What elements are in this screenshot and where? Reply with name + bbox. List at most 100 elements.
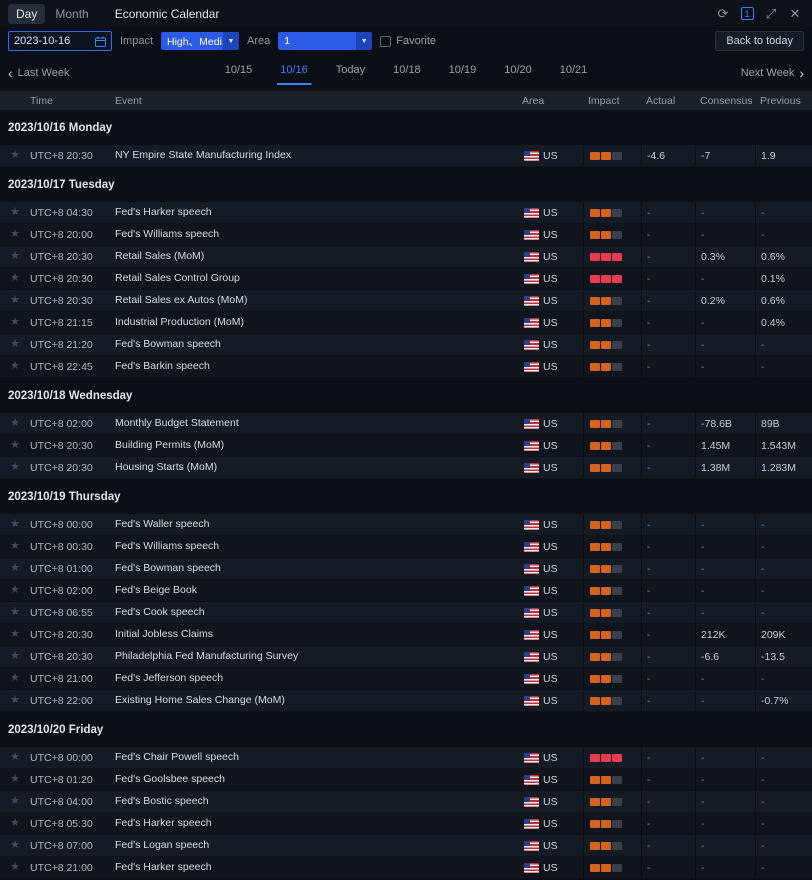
impact-segment — [590, 297, 600, 305]
favorite-star-icon[interactable]: ★ — [10, 774, 20, 785]
table-row[interactable]: ★ UTC+8 00:00 Fed's Waller speech US - -… — [0, 514, 812, 536]
favorite-star-icon[interactable]: ★ — [10, 862, 20, 873]
impact-segment — [612, 275, 622, 283]
actual-value: - — [641, 747, 695, 768]
table-row[interactable]: ★ UTC+8 20:30 Building Permits (MoM) US … — [0, 435, 812, 457]
star-cell: ★ — [0, 835, 30, 856]
table-row[interactable]: ★ UTC+8 21:00 Fed's Jefferson speech US … — [0, 668, 812, 690]
actual-value: - — [641, 769, 695, 790]
favorite-star-icon[interactable]: ★ — [10, 207, 20, 218]
favorite-star-icon[interactable]: ★ — [10, 229, 20, 240]
table-row[interactable]: ★ UTC+8 04:30 Fed's Harker speech US - -… — [0, 202, 812, 224]
favorite-star-icon[interactable]: ★ — [10, 695, 20, 706]
week-day-tab[interactable]: Today — [334, 55, 367, 85]
table-row[interactable]: ★ UTC+8 01:00 Fed's Bowman speech US - -… — [0, 558, 812, 580]
favorite-star-icon[interactable]: ★ — [10, 651, 20, 662]
favorite-star-icon[interactable]: ★ — [10, 673, 20, 684]
area-select[interactable]: 1 ▼ — [278, 32, 372, 50]
impact-segment — [590, 820, 600, 828]
favorite-star-icon[interactable]: ★ — [10, 440, 20, 451]
tab-day[interactable]: Day — [8, 4, 45, 24]
impact-segment — [601, 231, 611, 239]
week-day-tab[interactable]: 10/21 — [558, 55, 590, 85]
table-row[interactable]: ★ UTC+8 22:00 Existing Home Sales Change… — [0, 690, 812, 712]
favorite-star-icon[interactable]: ★ — [10, 607, 20, 618]
table-row[interactable]: ★ UTC+8 21:20 Fed's Bowman speech US - -… — [0, 334, 812, 356]
star-cell: ★ — [0, 312, 30, 333]
us-flag-icon — [524, 586, 539, 596]
table-row[interactable]: ★ UTC+8 01:20 Fed's Goolsbee speech US -… — [0, 769, 812, 791]
favorite-star-icon[interactable]: ★ — [10, 251, 20, 262]
table-row[interactable]: ★ UTC+8 06:55 Fed's Cook speech US - - - — [0, 602, 812, 624]
favorite-star-icon[interactable]: ★ — [10, 541, 20, 552]
favorite-star-icon[interactable]: ★ — [10, 519, 20, 530]
impact-segment — [612, 319, 622, 327]
table-row[interactable]: ★ UTC+8 20:30 NY Empire State Manufactur… — [0, 145, 812, 167]
date-input[interactable]: 2023-10-16 — [8, 31, 112, 51]
next-week-button[interactable]: Next Week › — [741, 66, 804, 80]
table-row[interactable]: ★ UTC+8 02:00 Monthly Budget Statement U… — [0, 413, 812, 435]
table-row[interactable]: ★ UTC+8 20:00 Fed's Williams speech US -… — [0, 224, 812, 246]
us-flag-icon — [524, 151, 539, 161]
back-to-today-button[interactable]: Back to today — [715, 31, 804, 51]
expand-icon[interactable]: ⤢ — [762, 5, 780, 23]
favorite-star-icon[interactable]: ★ — [10, 818, 20, 829]
consensus-value: 0.3% — [695, 246, 755, 267]
week-day-tab[interactable]: 10/19 — [447, 55, 479, 85]
table-row[interactable]: ★ UTC+8 00:30 Fed's Williams speech US -… — [0, 536, 812, 558]
impact-indicator — [583, 536, 641, 557]
table-row[interactable]: ★ UTC+8 20:30 Retail Sales (MoM) US - 0.… — [0, 246, 812, 268]
event-time: UTC+8 20:30 — [30, 624, 115, 645]
consensus-value: - — [695, 312, 755, 333]
consensus-value: - — [695, 769, 755, 790]
table-row[interactable]: ★ UTC+8 20:30 Initial Jobless Claims US … — [0, 624, 812, 646]
favorite-star-icon[interactable]: ★ — [10, 796, 20, 807]
favorite-star-icon[interactable]: ★ — [10, 840, 20, 851]
table-row[interactable]: ★ UTC+8 20:30 Philadelphia Fed Manufactu… — [0, 646, 812, 668]
consensus-value: - — [695, 747, 755, 768]
favorite-star-icon[interactable]: ★ — [10, 418, 20, 429]
favorite-star-icon[interactable]: ★ — [10, 752, 20, 763]
favorite-star-icon[interactable]: ★ — [10, 339, 20, 350]
panel-count-icon[interactable]: 1 — [738, 5, 756, 23]
tab-month[interactable]: Month — [47, 4, 96, 24]
table-row[interactable]: ★ UTC+8 21:15 Industrial Production (MoM… — [0, 312, 812, 334]
table-row[interactable]: ★ UTC+8 20:30 Retail Sales ex Autos (MoM… — [0, 290, 812, 312]
favorite-star-icon[interactable]: ★ — [10, 563, 20, 574]
favorite-star-icon[interactable]: ★ — [10, 585, 20, 596]
impact-segment — [590, 152, 600, 160]
week-day-tab[interactable]: 10/18 — [391, 55, 423, 85]
table-row[interactable]: ★ UTC+8 04:00 Fed's Bostic speech US - -… — [0, 791, 812, 813]
favorite-star-icon[interactable]: ★ — [10, 317, 20, 328]
week-day-tab[interactable]: 10/20 — [502, 55, 534, 85]
favorite-star-icon[interactable]: ★ — [10, 462, 20, 473]
last-week-button[interactable]: ‹ Last Week — [8, 66, 69, 80]
week-day-tab[interactable]: 10/16 — [278, 55, 310, 85]
close-icon[interactable]: ✕ — [786, 5, 804, 23]
table-row[interactable]: ★ UTC+8 02:00 Fed's Beige Book US - - - — [0, 580, 812, 602]
favorite-checkbox[interactable]: Favorite — [380, 35, 436, 47]
favorite-star-icon[interactable]: ★ — [10, 361, 20, 372]
favorite-star-icon[interactable]: ★ — [10, 629, 20, 640]
favorite-star-icon[interactable]: ★ — [10, 295, 20, 306]
favorite-star-icon[interactable]: ★ — [10, 273, 20, 284]
event-area: US — [522, 457, 583, 478]
impact-select[interactable]: High、Medi... ▼ — [161, 32, 239, 50]
table-row[interactable]: ★ UTC+8 20:30 Housing Starts (MoM) US - … — [0, 457, 812, 479]
impact-indicator — [583, 413, 641, 434]
table-row[interactable]: ★ UTC+8 20:30 Retail Sales Control Group… — [0, 268, 812, 290]
date-section-header: 2023/10/18 Wednesday — [0, 378, 812, 413]
table-row[interactable]: ★ UTC+8 05:30 Fed's Harker speech US - -… — [0, 813, 812, 835]
table-row[interactable]: ★ UTC+8 21:00 Fed's Harker speech US - -… — [0, 857, 812, 879]
week-day-tab[interactable]: 10/15 — [223, 55, 255, 85]
checkbox-box[interactable] — [380, 36, 391, 47]
table-row[interactable]: ★ UTC+8 22:45 Fed's Barkin speech US - -… — [0, 356, 812, 378]
favorite-star-icon[interactable]: ★ — [10, 150, 20, 161]
us-flag-icon — [524, 542, 539, 552]
table-row[interactable]: ★ UTC+8 00:00 Fed's Chair Powell speech … — [0, 747, 812, 769]
refresh-icon[interactable]: ⟳ — [714, 5, 732, 23]
event-name: Fed's Harker speech — [115, 857, 522, 878]
table-row[interactable]: ★ UTC+8 07:00 Fed's Logan speech US - - … — [0, 835, 812, 857]
impact-filter-label: Impact — [120, 35, 153, 47]
actual-value: - — [641, 224, 695, 245]
